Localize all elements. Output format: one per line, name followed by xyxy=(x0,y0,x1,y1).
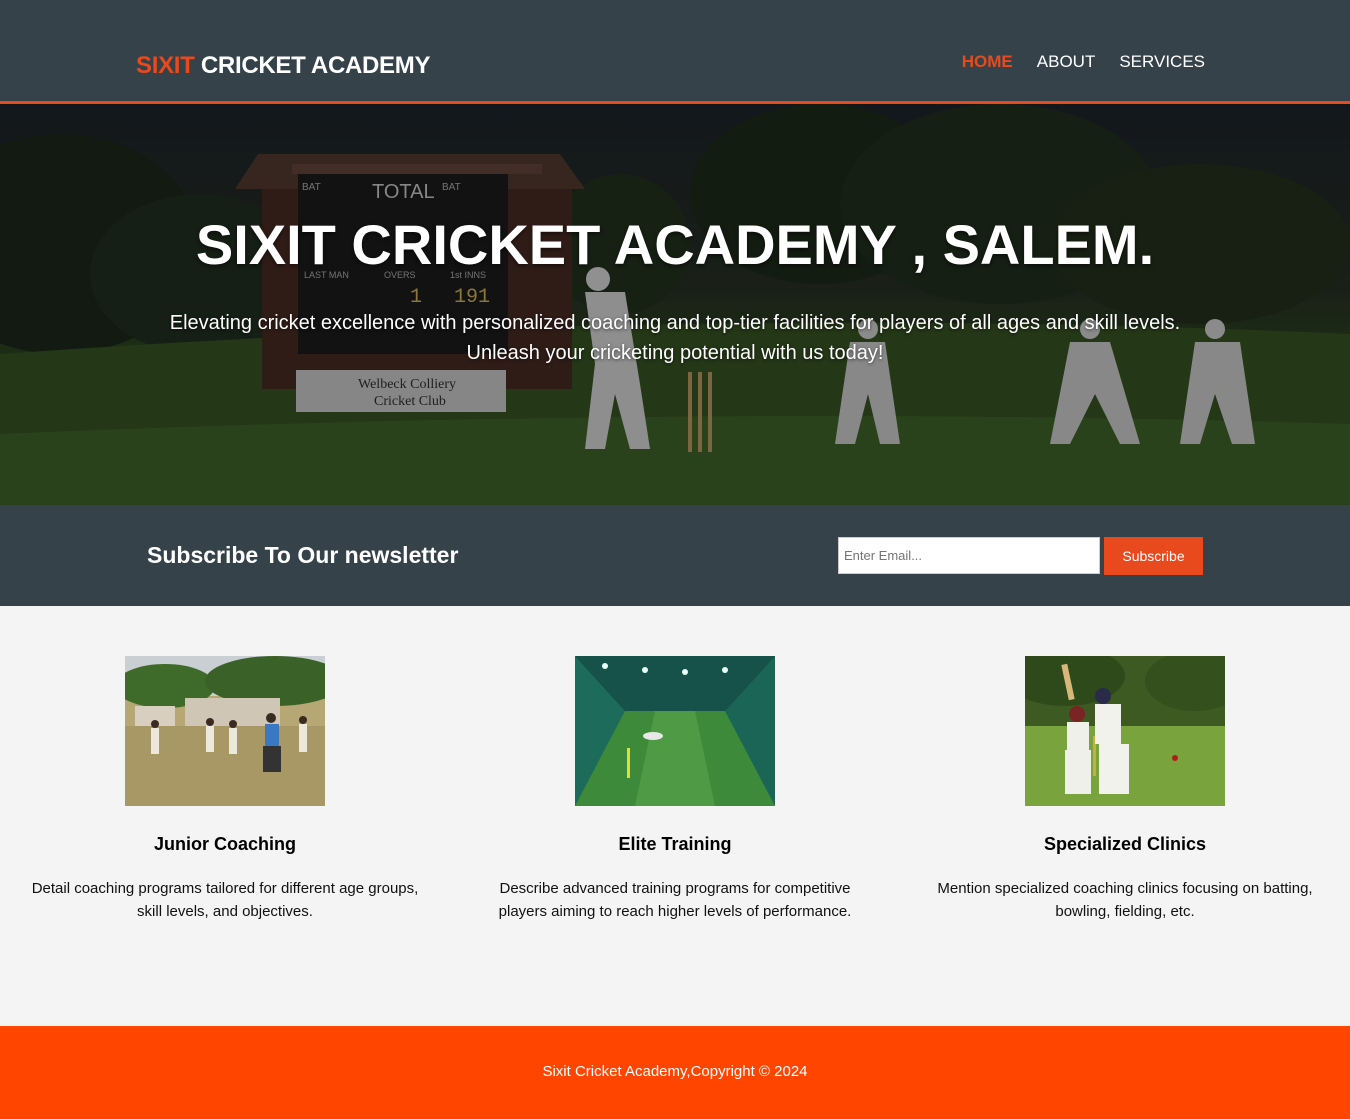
services-boxes: Junior Coaching Detail coaching programs… xyxy=(0,606,1350,1026)
logo-text: CRICKET ACADEMY xyxy=(194,52,431,79)
service-box-junior-coaching: Junior Coaching Detail coaching programs… xyxy=(25,656,425,923)
logo-highlight: SIXIT xyxy=(136,52,195,79)
site-footer: Sixit Cricket Academy,Copyright © 2024 xyxy=(0,1026,1350,1119)
junior-coaching-image xyxy=(125,656,325,806)
junior-coaching-text: Detail coaching programs tailored for di… xyxy=(31,880,419,920)
newsletter-email-input[interactable] xyxy=(838,537,1100,574)
hero-description: Elevating cricket excellence with person… xyxy=(169,312,1181,364)
hero-overlay xyxy=(0,104,1350,505)
footer-copyright: Sixit Cricket Academy,Copyright © 2024 xyxy=(542,1063,808,1080)
elite-training-title: Elite Training xyxy=(618,834,732,854)
newsletter-section: Subscribe To Our newsletter Subscribe xyxy=(0,505,1350,606)
subscribe-button[interactable]: Subscribe xyxy=(1104,537,1203,575)
nav-about-link[interactable]: ABOUT xyxy=(1037,52,1096,72)
nav-services-link[interactable]: SERVICES xyxy=(1119,52,1205,72)
hero-title: SIXIT CRICKET ACADEMY , SALEM. xyxy=(195,213,1155,276)
nav-home-link[interactable]: HOME xyxy=(962,52,1013,72)
hero-section: TOTAL BAT BAT LAST MAN OVERS 1st INNS 1 … xyxy=(0,104,1350,505)
newsletter-title: Subscribe To Our newsletter xyxy=(147,542,459,568)
specialized-clinics-image xyxy=(1025,656,1225,806)
site-header: SIXIT CRICKET ACADEMY HOME ABOUT SERVICE… xyxy=(0,0,1350,104)
elite-training-image xyxy=(575,656,775,806)
specialized-clinics-text: Mention specialized coaching clinics foc… xyxy=(937,880,1313,920)
main-nav: HOME ABOUT SERVICES xyxy=(962,52,1205,72)
site-logo[interactable]: SIXIT CRICKET ACADEMY xyxy=(136,52,430,80)
junior-coaching-title: Junior Coaching xyxy=(153,834,296,854)
service-box-elite-training: Elite Training Describe advanced trainin… xyxy=(475,656,875,923)
elite-training-text: Describe advanced training programs for … xyxy=(498,880,852,920)
service-box-specialized-clinics: Specialized Clinics Mention specialized … xyxy=(925,656,1325,923)
specialized-clinics-title: Specialized Clinics xyxy=(1043,834,1207,854)
